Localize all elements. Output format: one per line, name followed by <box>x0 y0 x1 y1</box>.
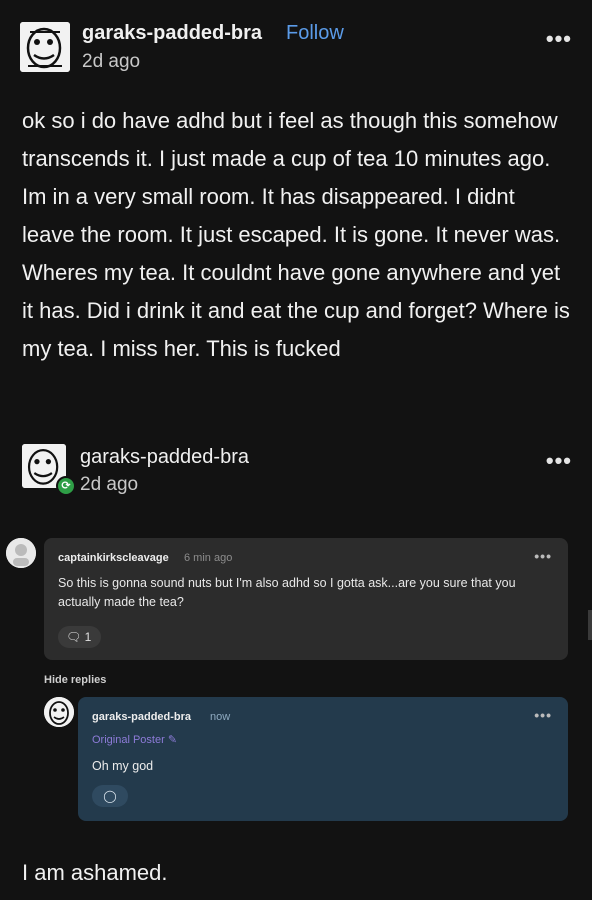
footer-caption: I am ashamed. <box>22 860 168 885</box>
reblog-header: ⟳ garaks-padded-bra 2d ago ••• <box>22 440 572 496</box>
commenter-avatar[interactable] <box>6 538 36 568</box>
more-options-icon[interactable]: ••• <box>534 707 552 723</box>
post-body: ok so i do have adhd but i feel as thoug… <box>22 108 570 361</box>
more-options-icon[interactable]: ••• <box>546 450 572 472</box>
reply-text: Oh my god <box>92 759 154 773</box>
post-timestamp: 2d ago <box>82 51 141 72</box>
reply-avatar[interactable] <box>44 697 74 727</box>
speech-bubble-icon: 🗨︎ <box>66 630 82 644</box>
reblog-username[interactable]: garaks-padded-bra <box>80 446 249 469</box>
reblog-icon: ⟳ <box>56 476 76 496</box>
more-options-icon[interactable]: ••• <box>546 28 572 50</box>
reply-count: 1 <box>84 630 92 644</box>
user-avatar[interactable] <box>20 22 70 72</box>
comment-text: So this is gonna sound nuts but I'm also… <box>58 576 516 609</box>
reply-time: now <box>210 711 231 723</box>
avatar-face-icon <box>44 697 74 727</box>
reply-button[interactable]: ◯ <box>92 785 128 807</box>
comment-card: captainkirkscleavage 6 min ago ••• So th… <box>44 538 568 660</box>
reply-count-button[interactable]: 🗨︎ 1 <box>58 626 102 648</box>
speech-bubble-icon: ◯ <box>103 789 117 803</box>
comment-time: 6 min ago <box>184 552 233 564</box>
post-header: garaks-padded-bra Follow 2d ago ••• <box>20 18 572 74</box>
original-poster-badge: Original Poster ✎ <box>92 734 178 746</box>
reblog-timestamp: 2d ago <box>80 474 139 495</box>
more-options-icon[interactable]: ••• <box>534 548 552 564</box>
reply-username[interactable]: garaks-padded-bra <box>92 711 191 723</box>
avatar-face-icon <box>20 22 70 72</box>
scrollbar-thumb[interactable] <box>588 610 592 640</box>
comment-username[interactable]: captainkirkscleavage <box>58 552 169 564</box>
follow-button[interactable]: Follow <box>286 22 344 45</box>
post-username[interactable]: garaks-padded-bra <box>82 22 262 45</box>
avatar-image-icon <box>6 538 36 568</box>
pencil-icon: ✎ <box>167 734 178 746</box>
hide-replies-button[interactable]: Hide replies <box>44 674 106 686</box>
reply-card: garaks-padded-bra now ••• Original Poste… <box>78 697 568 821</box>
